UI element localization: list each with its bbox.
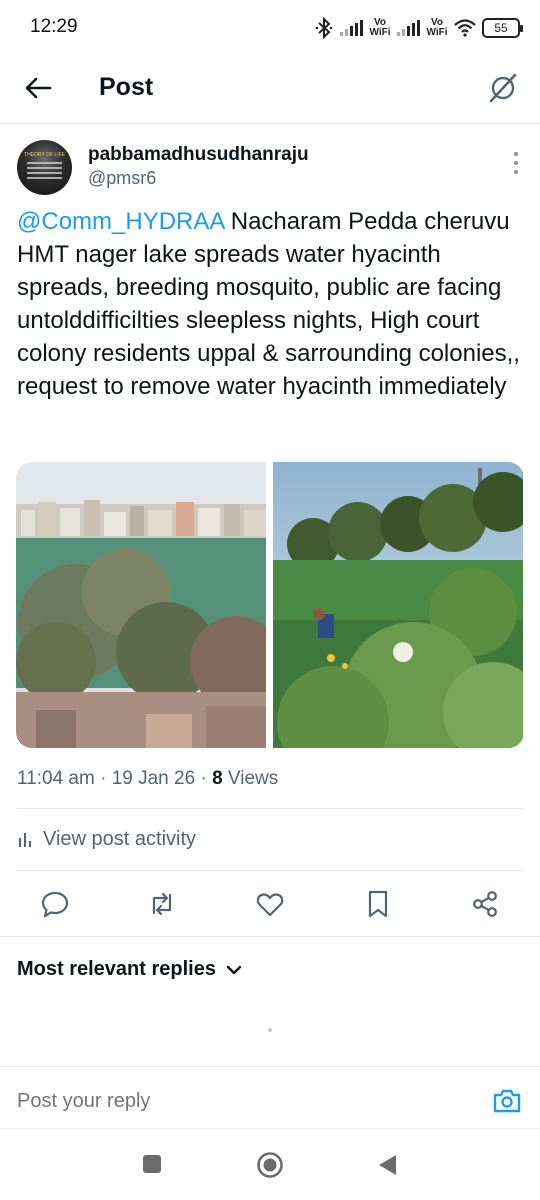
- post-text: @Comm_HYDRAA Nacharam Pedda cheruvu HMT …: [17, 205, 527, 403]
- reply-icon[interactable]: [40, 889, 70, 919]
- view-post-activity-link[interactable]: View post activity: [17, 828, 196, 851]
- bar-chart-icon: [19, 832, 31, 847]
- grok-icon[interactable]: [486, 71, 520, 105]
- bookmark-icon[interactable]: [363, 889, 393, 919]
- wifi-icon: [454, 19, 476, 37]
- battery-icon: 55: [482, 18, 523, 38]
- media-image-workers[interactable]: [272, 462, 524, 748]
- media-image-lake[interactable]: [16, 462, 268, 748]
- loading-indicator: [268, 1028, 272, 1032]
- camera-icon[interactable]: [492, 1086, 522, 1116]
- page-title: Post: [99, 73, 154, 101]
- bluetooth-icon: [315, 17, 333, 39]
- vowifi-label: Vo WiFi: [369, 17, 391, 38]
- author-name[interactable]: pabbamadhusudhanraju: [88, 144, 309, 166]
- divider: [17, 808, 523, 809]
- status-bar: 12:29 Vo WiFi Vo WiFi 55: [0, 0, 540, 54]
- reply-input[interactable]: [17, 1090, 417, 1113]
- post-time: 11:04 am: [17, 768, 95, 789]
- reply-composer: [0, 1066, 540, 1128]
- arrow-left-icon: [25, 77, 52, 99]
- recent-apps-button[interactable]: [141, 1153, 163, 1175]
- home-button[interactable]: [256, 1151, 284, 1179]
- repost-icon[interactable]: [147, 889, 177, 919]
- chevron-down-icon: [226, 965, 242, 974]
- replies-sort-dropdown[interactable]: Most relevant replies: [17, 958, 242, 981]
- author-handle[interactable]: @pmsr6: [88, 168, 156, 189]
- signal-icon: [340, 20, 363, 36]
- post-date: 19 Jan 26: [111, 768, 196, 789]
- share-icon[interactable]: [470, 889, 500, 919]
- mention-link[interactable]: @Comm_HYDRAA: [17, 208, 224, 235]
- back-nav-button[interactable]: [376, 1153, 398, 1177]
- header: Post: [0, 54, 540, 124]
- post-body: Nacharam Pedda cheruvu HMT nager lake sp…: [17, 208, 520, 400]
- activity-label: View post activity: [43, 828, 197, 850]
- views-count: 8: [212, 768, 223, 789]
- action-bar: [0, 870, 540, 936]
- post-media: [16, 462, 524, 748]
- avatar-text: THEORY OF LIFE: [24, 152, 65, 158]
- replies-sort-label: Most relevant replies: [17, 958, 216, 980]
- avatar[interactable]: THEORY OF LIFE: [17, 140, 72, 195]
- status-icons: Vo WiFi Vo WiFi 55: [314, 14, 523, 42]
- like-icon[interactable]: [255, 889, 285, 919]
- status-time: 12:29: [30, 16, 78, 37]
- views-label: Views: [227, 768, 279, 789]
- divider: [0, 936, 540, 937]
- back-button[interactable]: [22, 72, 54, 104]
- post-meta: 11:04 am · 19 Jan 26 · 8 Views: [17, 768, 279, 789]
- more-options-button[interactable]: [510, 152, 522, 174]
- system-nav-bar: [0, 1128, 540, 1200]
- vowifi-label: Vo WiFi: [426, 17, 448, 38]
- signal-icon: [397, 20, 420, 36]
